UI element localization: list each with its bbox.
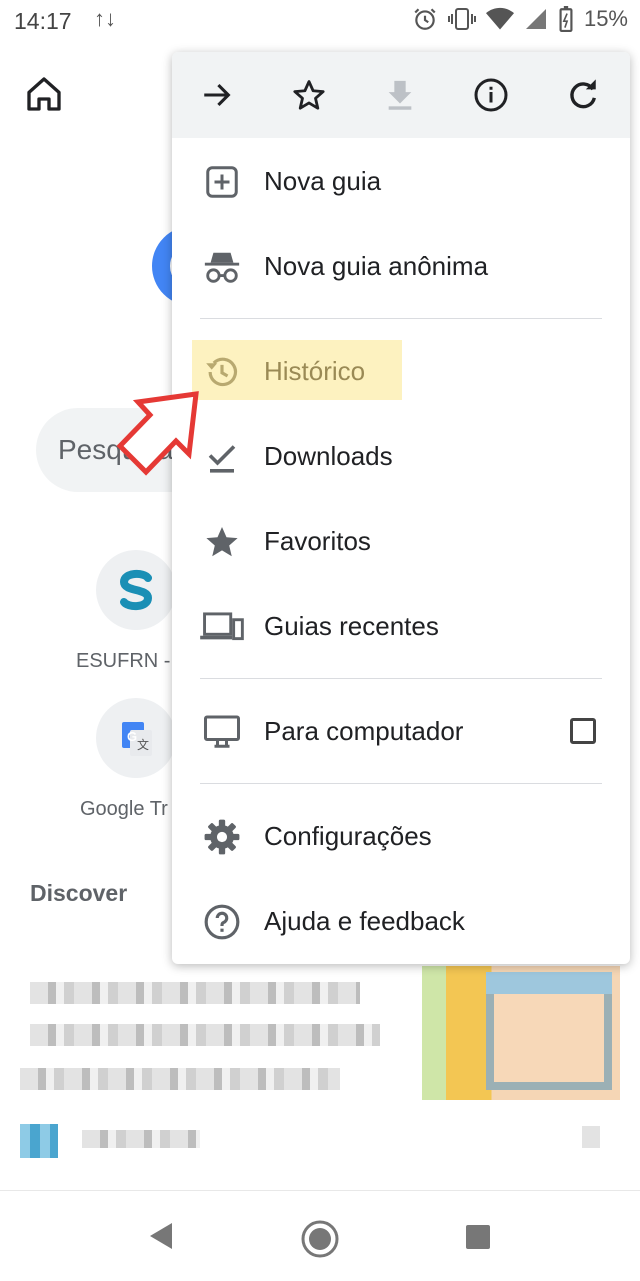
discover-heading: Discover [30, 880, 128, 906]
menu-item-label: Favoritos [264, 526, 371, 556]
forward-icon[interactable] [196, 74, 238, 116]
menu-item-label: Histórico [264, 356, 366, 386]
alarm-icon [414, 8, 436, 30]
home-icon[interactable] [24, 74, 64, 114]
download-icon[interactable] [379, 74, 421, 116]
menu-item-settings[interactable]: Configurações [172, 795, 630, 879]
menu-item-help[interactable]: Ajuda e feedback [172, 880, 630, 964]
article-thumbnail[interactable] [422, 966, 620, 1100]
shortcut-esufrn[interactable] [96, 550, 176, 630]
menu-item-incognito-tab[interactable]: Nova guia anônima [172, 225, 630, 309]
menu-item-bookmarks[interactable]: Favoritos [172, 500, 630, 584]
menu-item-recent-tabs[interactable]: Guias recentes [172, 585, 630, 669]
help-icon [200, 900, 244, 944]
annotation-arrow [116, 391, 199, 476]
shortcut-google-translate[interactable]: G 文 [96, 698, 176, 778]
menu-item-label: Guias recentes [264, 611, 439, 641]
menu-item-label: Para computador [264, 716, 464, 746]
menu-item-label: Ajuda e feedback [264, 906, 465, 936]
blurred-source-text [82, 1130, 200, 1148]
star-icon[interactable] [288, 74, 330, 116]
menu-divider [200, 318, 602, 319]
menu-item-desktop-site[interactable]: Para computador [172, 690, 630, 774]
menu-item-new-tab[interactable]: Nova guia [172, 140, 630, 224]
svg-text:文: 文 [137, 737, 149, 752]
menu-item-history[interactable]: Histórico [172, 330, 630, 414]
plus-box-icon [200, 160, 244, 204]
source-favicon [20, 1124, 58, 1158]
incognito-icon [200, 245, 244, 289]
svg-text:G: G [127, 729, 137, 744]
star-filled-icon [200, 520, 244, 564]
shortcut-label: ESUFRN - [76, 650, 171, 672]
blurred-article-text [20, 1068, 340, 1090]
info-icon[interactable] [470, 74, 512, 116]
esufrn-logo-icon [119, 569, 153, 611]
article-menu-icon[interactable] [582, 1126, 600, 1148]
gear-icon [200, 815, 244, 859]
desktop-icon [200, 710, 244, 754]
recents-nav-icon[interactable] [466, 1225, 490, 1249]
signal-icon [525, 9, 546, 29]
menu-item-label: Nova guia [264, 166, 382, 196]
data-transfer-icon: ↑↓ [94, 6, 116, 31]
navigation-bar [0, 1190, 640, 1281]
status-bar: 14:17 ↑↓ 15% [0, 0, 640, 44]
wifi-icon [485, 7, 514, 30]
home-nav-icon[interactable] [300, 1219, 340, 1259]
shortcut-label: Google Tr [80, 798, 168, 820]
battery-percent: 15% [583, 6, 628, 31]
menu-toolbar [172, 52, 630, 138]
menu-item-label: Nova guia anônima [264, 251, 489, 281]
menu-item-label: Downloads [264, 441, 393, 471]
google-translate-icon: G 文 [122, 722, 152, 756]
devices-icon [200, 605, 244, 649]
menu-item-downloads[interactable]: Downloads [172, 415, 630, 499]
blurred-article-text [30, 1024, 380, 1046]
menu-divider [200, 783, 602, 784]
battery-icon [559, 6, 573, 32]
menu-item-label: Configurações [264, 821, 432, 851]
back-nav-icon[interactable] [146, 1221, 174, 1251]
chrome-overflow-menu: Nova guia Nova guia anônima Histórico Do… [172, 52, 630, 964]
refresh-icon[interactable] [562, 74, 604, 116]
vibrate-icon [447, 8, 476, 30]
desktop-site-checkbox[interactable] [570, 718, 596, 744]
menu-divider [200, 678, 602, 679]
blurred-article-text [30, 982, 360, 1004]
status-time: 14:17 [14, 8, 72, 34]
